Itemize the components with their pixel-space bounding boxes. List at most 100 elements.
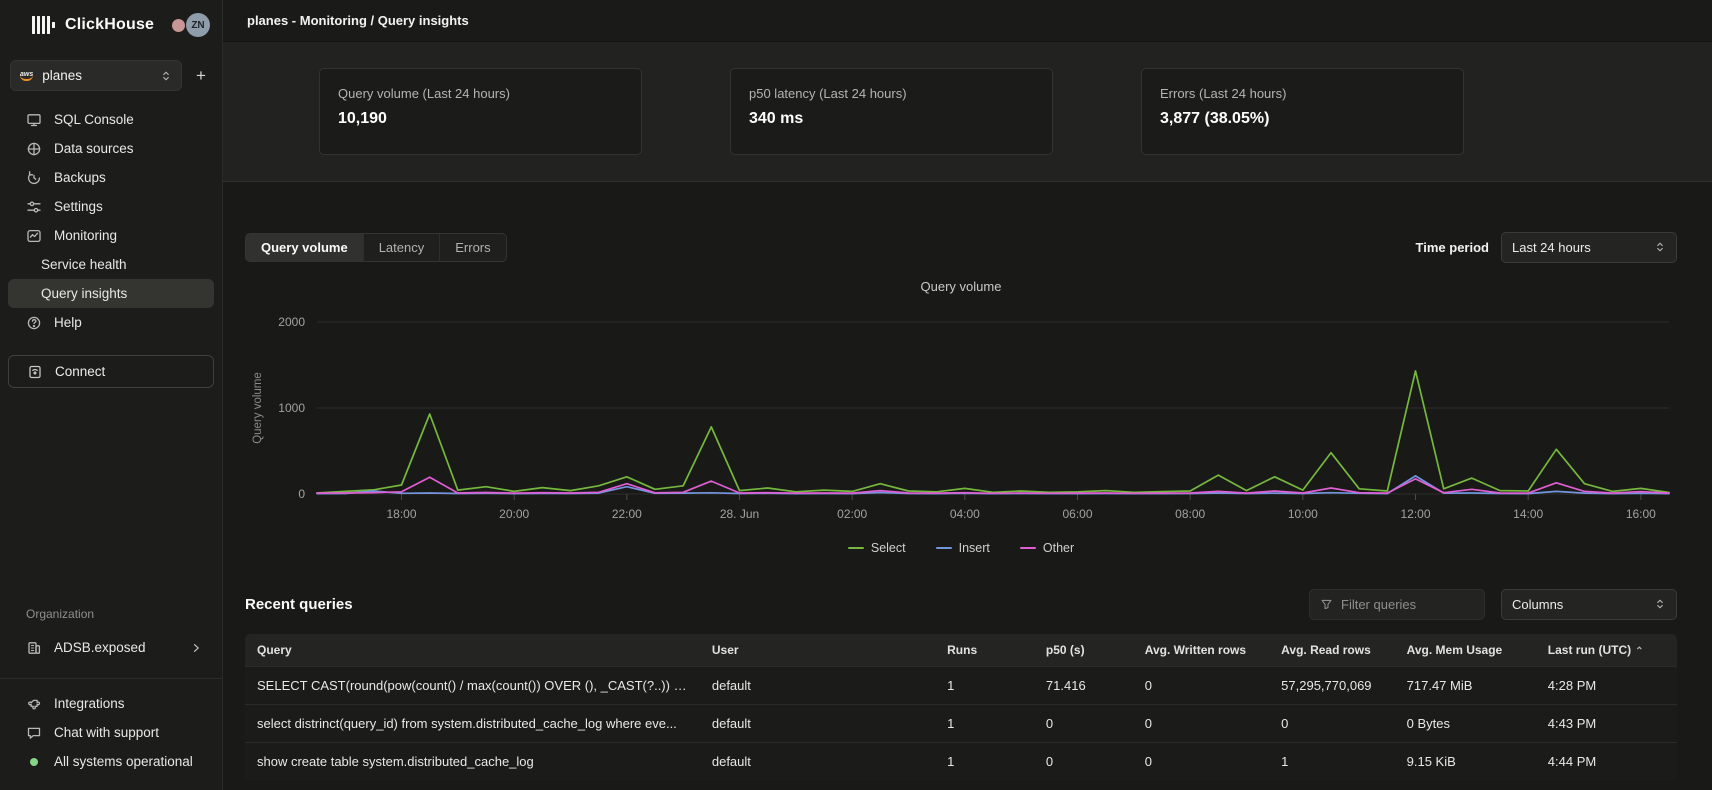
recent-queries-table: QueryUserRunsp50 (s)Avg. Written rowsAvg…: [245, 634, 1677, 780]
user-cell: default: [700, 705, 935, 743]
chevron-updown-icon: [1654, 598, 1666, 612]
column-header-user[interactable]: User: [700, 634, 935, 667]
x-tick-label: 20:00: [499, 507, 529, 521]
recent-queries-header: Recent queries Columns: [245, 589, 1677, 620]
legend-item-select[interactable]: Select: [848, 541, 906, 555]
user-cell: default: [700, 743, 935, 781]
column-header-avg-read-rows[interactable]: Avg. Read rows: [1269, 634, 1394, 667]
data-sources-icon: [26, 141, 42, 157]
x-tick-label: 04:00: [950, 507, 980, 521]
avg-written-rows-cell: 0: [1133, 705, 1269, 743]
column-header-runs[interactable]: Runs: [935, 634, 1034, 667]
p50-cell: 0: [1034, 705, 1133, 743]
legend-swatch-icon: [936, 547, 952, 550]
legend-swatch-icon: [1020, 547, 1036, 550]
table-header-row: QueryUserRunsp50 (s)Avg. Written rowsAvg…: [245, 634, 1677, 667]
column-header-avg-mem-usage[interactable]: Avg. Mem Usage: [1395, 634, 1536, 667]
x-tick-label: 16:00: [1626, 507, 1656, 521]
sidebar-item-help[interactable]: Help: [8, 308, 214, 337]
stat-label: Errors (Last 24 hours): [1160, 86, 1445, 101]
sidebar-footer-all-systems-operational[interactable]: All systems operational: [8, 747, 214, 776]
help-icon: [26, 315, 42, 331]
tab-errors[interactable]: Errors: [439, 234, 505, 261]
y-tick-label: 1000: [278, 401, 305, 415]
tab-latency[interactable]: Latency: [363, 234, 440, 261]
column-header-query[interactable]: Query: [245, 634, 700, 667]
sidebar-item-label: Settings: [54, 199, 103, 214]
sidebar-item-settings[interactable]: Settings: [8, 192, 214, 221]
stats-band: Query volume (Last 24 hours) 10,190 p50 la…: [223, 42, 1712, 182]
legend-swatch-icon: [848, 547, 864, 550]
sidebar-item-label: Service health: [41, 257, 127, 272]
chart: Query volume 010002000Query volume18:002…: [245, 279, 1677, 555]
stat-label: p50 latency (Last 24 hours): [749, 86, 1034, 101]
table-body: SELECT CAST(round(pow(count() / max(coun…: [245, 667, 1677, 781]
columns-label: Columns: [1512, 597, 1563, 612]
monitoring-icon: [26, 228, 42, 244]
avg-mem-usage-cell: 0 Bytes: [1395, 705, 1536, 743]
filter-queries-box[interactable]: [1309, 589, 1485, 620]
connect-button[interactable]: Connect: [8, 355, 214, 388]
time-period-value: Last 24 hours: [1512, 240, 1591, 255]
topbar: planes - Monitoring / Query insights: [223, 0, 1712, 42]
sidebar-nav: SQL Console Data sourcesBackups Settings Mo…: [8, 105, 214, 337]
filter-queries-input[interactable]: [1341, 597, 1461, 612]
stat-card: p50 latency (Last 24 hours)340 ms: [730, 68, 1053, 155]
chat-icon: [26, 725, 42, 741]
clickhouse-logo-icon: [32, 16, 55, 34]
chart-tab-group: Query volumeLatencyErrors: [245, 233, 507, 262]
sidebar-footer-integrations[interactable]: Integrations: [8, 689, 214, 718]
sort-asc-icon: ⌃: [1635, 646, 1643, 657]
sidebar-item-label: SQL Console: [54, 112, 134, 127]
sidebar-item-label: Query insights: [41, 286, 127, 301]
aws-icon: aws: [20, 71, 33, 81]
content: Query volumeLatencyErrors Time period La…: [223, 182, 1712, 790]
sidebar-item-query-insights[interactable]: Query insights: [8, 279, 214, 308]
chevron-updown-icon: [160, 69, 172, 83]
sidebar-item-backups[interactable]: Backups: [8, 163, 214, 192]
chevron-updown-icon: [1654, 241, 1666, 255]
user-avatar[interactable]: ZN: [186, 13, 210, 37]
add-service-button[interactable]: +: [190, 66, 212, 86]
chart-canvas[interactable]: 010002000Query volume18:0020:0022:0028. …: [245, 294, 1677, 532]
legend-item-insert[interactable]: Insert: [936, 541, 990, 555]
tab-query-volume[interactable]: Query volume: [246, 234, 363, 261]
runs-cell: 1: [935, 743, 1034, 781]
legend-label: Other: [1043, 541, 1074, 555]
organization-item[interactable]: ADSB.exposed: [8, 633, 214, 662]
service-row: aws planes +: [10, 60, 212, 91]
query-cell: select distrinct(query_id) from system.d…: [245, 705, 700, 743]
table-row[interactable]: SELECT CAST(round(pow(count() / max(coun…: [245, 667, 1677, 705]
sidebar-item-label: Help: [54, 315, 82, 330]
table-row[interactable]: select distrinct(query_id) from system.d…: [245, 705, 1677, 743]
time-period-label: Time period: [1416, 240, 1489, 255]
service-selector[interactable]: aws planes: [10, 60, 182, 91]
column-header-avg-written-rows[interactable]: Avg. Written rows: [1133, 634, 1269, 667]
sidebar-item-service-health[interactable]: Service health: [8, 250, 214, 279]
sidebar-footer-chat-with-support[interactable]: Chat with support: [8, 718, 214, 747]
time-period-select[interactable]: Last 24 hours: [1501, 232, 1677, 263]
legend-item-other[interactable]: Other: [1020, 541, 1074, 555]
avg-mem-usage-cell: 717.47 MiB: [1395, 667, 1536, 705]
stat-label: Query volume (Last 24 hours): [338, 86, 623, 101]
query-cell: SELECT CAST(round(pow(count() / max(coun…: [245, 667, 700, 705]
sidebar-footer-label: Integrations: [54, 696, 125, 711]
sidebar-item-data-sources[interactable]: Data sources: [8, 134, 214, 163]
column-header-last-run-utc-[interactable]: Last run (UTC)⌃: [1536, 634, 1677, 667]
y-tick-label: 0: [298, 487, 305, 501]
x-tick-label: 12:00: [1400, 507, 1430, 521]
notification-dot-icon[interactable]: [172, 19, 185, 32]
legend-label: Select: [871, 541, 906, 555]
columns-select[interactable]: Columns: [1501, 589, 1677, 620]
sidebar-item-sql-console[interactable]: SQL Console: [8, 105, 214, 134]
runs-cell: 1: [935, 705, 1034, 743]
funnel-icon: [1320, 598, 1333, 611]
sidebar-item-monitoring[interactable]: Monitoring: [8, 221, 214, 250]
stat-value: 10,190: [338, 110, 623, 128]
x-tick-label: 22:00: [612, 507, 642, 521]
column-header-p50-s-[interactable]: p50 (s): [1034, 634, 1133, 667]
x-tick-label: 14:00: [1513, 507, 1543, 521]
table-row[interactable]: show create table system.distributed_cac…: [245, 743, 1677, 781]
legend-label: Insert: [959, 541, 990, 555]
recent-queries-controls: Columns: [1309, 589, 1677, 620]
